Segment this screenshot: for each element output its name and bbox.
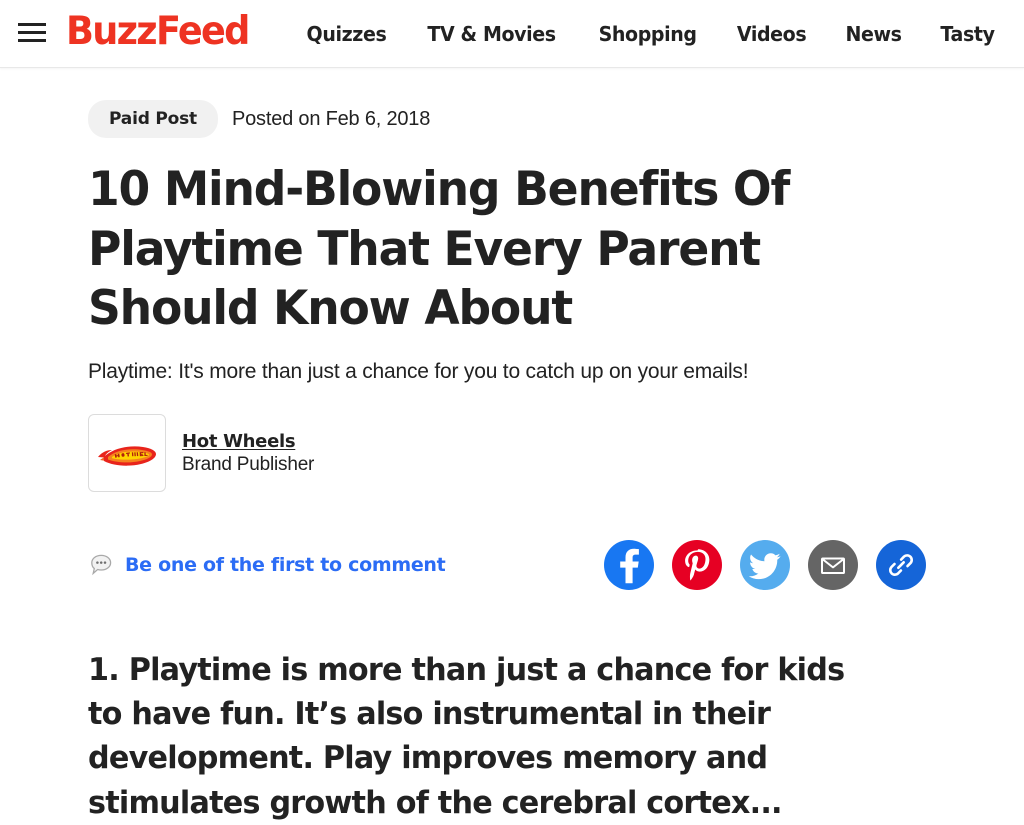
article-headline: 10 Mind-Blowing Benefits Of Playtime Tha… — [88, 162, 790, 337]
share-pinterest-button[interactable] — [672, 540, 722, 591]
email-icon — [821, 557, 845, 575]
social-row: Be one of the first to comment — [88, 540, 1024, 591]
article-meta-row: Paid Post Posted on Feb 6, 2018 — [88, 100, 1024, 138]
publisher-role: Brand Publisher — [182, 453, 315, 475]
share-email-button[interactable] — [808, 540, 858, 591]
nav-item-news[interactable]: News — [828, 22, 918, 46]
share-twitter-button[interactable] — [740, 540, 790, 591]
nav-item-tasty[interactable]: Tasty — [923, 22, 1011, 46]
nav-item-shopping[interactable]: Shopping — [581, 22, 713, 46]
buzzfeed-logo[interactable]: BuzzFeed — [66, 12, 250, 51]
comment-bubble-icon — [91, 555, 112, 576]
byline-text: Hot Wheels Brand Publisher — [182, 431, 314, 476]
site-header: BuzzFeed Quizzes TV & Movies Shopping Vi… — [0, 0, 1024, 68]
hamburger-bar — [18, 31, 46, 34]
hot-wheels-logo — [98, 446, 156, 467]
comment-link[interactable]: Be one of the first to comment — [88, 552, 446, 578]
paid-post-badge[interactable]: Paid Post — [88, 100, 218, 138]
byline: Hot Wheels Brand Publisher — [88, 414, 1024, 493]
share-icons — [604, 540, 926, 591]
pinterest-icon — [685, 549, 710, 581]
facebook-icon — [620, 549, 639, 584]
article-body-paragraph: 1. Playtime is more than just a chance f… — [88, 652, 845, 821]
hamburger-menu-icon[interactable] — [18, 18, 48, 48]
post-date: Posted on Feb 6, 2018 — [231, 107, 431, 130]
twitter-icon — [748, 553, 781, 580]
nav-item-tv-movies[interactable]: TV & Movies — [411, 22, 574, 46]
publisher-name-link[interactable]: Hot Wheels — [182, 431, 314, 452]
publisher-avatar[interactable] — [88, 414, 166, 493]
hamburger-bar — [18, 39, 46, 42]
article-container: Paid Post Posted on Feb 6, 2018 10 Mind-… — [0, 100, 1024, 825]
comment-link-label: Be one of the first to comment — [125, 554, 446, 577]
main-navigation: Quizzes TV & Movies Shopping Videos News… — [304, 22, 1014, 46]
link-icon — [889, 554, 913, 577]
nav-item-videos[interactable]: Videos — [719, 22, 823, 46]
share-facebook-button[interactable] — [604, 540, 654, 591]
nav-item-quizzes[interactable]: Quizzes — [307, 22, 404, 46]
hamburger-bar — [18, 23, 46, 26]
article-dek: Playtime: It's more than just a chance f… — [88, 360, 749, 384]
share-link-button[interactable] — [876, 540, 926, 591]
